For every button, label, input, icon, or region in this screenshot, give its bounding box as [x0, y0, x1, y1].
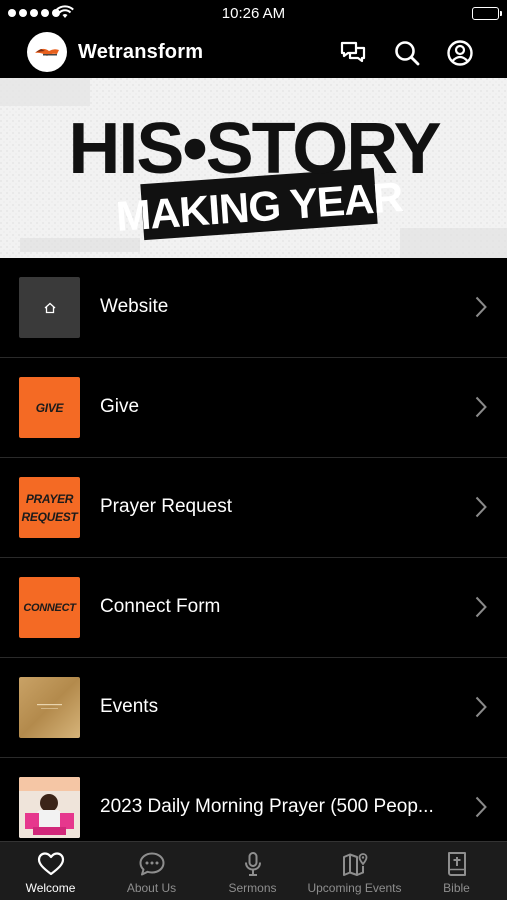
prayer-request-thumbnail-text: PRAYER REQUEST	[22, 490, 78, 526]
tab-label: Bible	[443, 881, 470, 895]
morning-prayer-thumbnail	[19, 777, 80, 838]
events-thumbnail	[19, 677, 80, 738]
search-icon[interactable]	[393, 39, 421, 67]
tab-sermons[interactable]: Sermons	[202, 842, 303, 900]
thumb-line-1: PRAYER	[25, 491, 74, 506]
messages-icon[interactable]	[339, 39, 367, 67]
app-title: Wetransform	[78, 41, 204, 63]
menu-item-events[interactable]: Events	[0, 658, 507, 758]
chevron-right-icon	[475, 496, 487, 518]
bottom-tab-bar: Welcome About Us Sermons Upcoming Events	[0, 841, 507, 900]
chevron-right-icon	[475, 596, 487, 618]
tab-bible[interactable]: Bible	[406, 842, 507, 900]
microphone-icon	[244, 852, 261, 876]
tab-label: Sermons	[228, 881, 277, 895]
tab-label: Upcoming Events	[307, 881, 402, 895]
menu-item-website[interactable]: Website	[0, 258, 507, 358]
menu-item-connect-form[interactable]: CONNECT Connect Form	[0, 558, 507, 658]
menu-item-give[interactable]: GIVE Give	[0, 358, 507, 458]
map-pin-icon	[342, 853, 367, 876]
events-thumbnail-art	[37, 704, 62, 709]
tab-upcoming-events[interactable]: Upcoming Events	[303, 842, 406, 900]
menu-item-label: Give	[100, 396, 140, 417]
menu-item-label: Website	[100, 296, 169, 317]
menu-item-label: Events	[100, 696, 159, 717]
battery-icon	[472, 7, 502, 20]
give-thumbnail-text: GIVE	[35, 400, 64, 415]
heart-icon	[37, 852, 64, 876]
chevron-right-icon	[475, 696, 487, 718]
menu-list: Website GIVE Give PRAYER REQUEST Prayer …	[0, 258, 507, 858]
tab-label: About Us	[126, 881, 177, 895]
status-bar: 10:26 AM	[0, 0, 507, 28]
website-thumbnail	[19, 277, 80, 338]
chevron-right-icon	[475, 396, 487, 418]
menu-item-label: Prayer Request	[100, 496, 233, 517]
church-logo[interactable]	[27, 32, 67, 72]
connect-thumbnail-text: CONNECT	[23, 601, 76, 614]
morning-prayer-poster-art	[19, 777, 80, 838]
chevron-right-icon	[475, 296, 487, 318]
chat-bubble-icon	[139, 852, 164, 876]
give-thumbnail: GIVE	[19, 377, 80, 438]
tab-label: Welcome	[25, 881, 76, 895]
menu-item-label: 2023 Daily Morning Prayer (500 Peop...	[100, 796, 434, 817]
app-header: Wetransform	[0, 28, 507, 78]
chevron-right-icon	[475, 796, 487, 818]
tab-welcome[interactable]: Welcome	[0, 842, 101, 900]
thumb-line-2: REQUEST	[21, 509, 78, 524]
tab-about-us[interactable]: About Us	[101, 842, 202, 900]
bible-icon	[447, 852, 466, 876]
profile-icon[interactable]	[446, 39, 474, 67]
connect-form-thumbnail: CONNECT	[19, 577, 80, 638]
menu-item-label: Connect Form	[100, 596, 221, 617]
prayer-request-thumbnail: PRAYER REQUEST	[19, 477, 80, 538]
menu-item-prayer-request[interactable]: PRAYER REQUEST Prayer Request	[0, 458, 507, 558]
status-time: 10:26 AM	[221, 5, 286, 22]
hero-banner[interactable]: HIS•STORY MAKING YEAR	[0, 78, 507, 258]
home-icon	[44, 302, 55, 313]
